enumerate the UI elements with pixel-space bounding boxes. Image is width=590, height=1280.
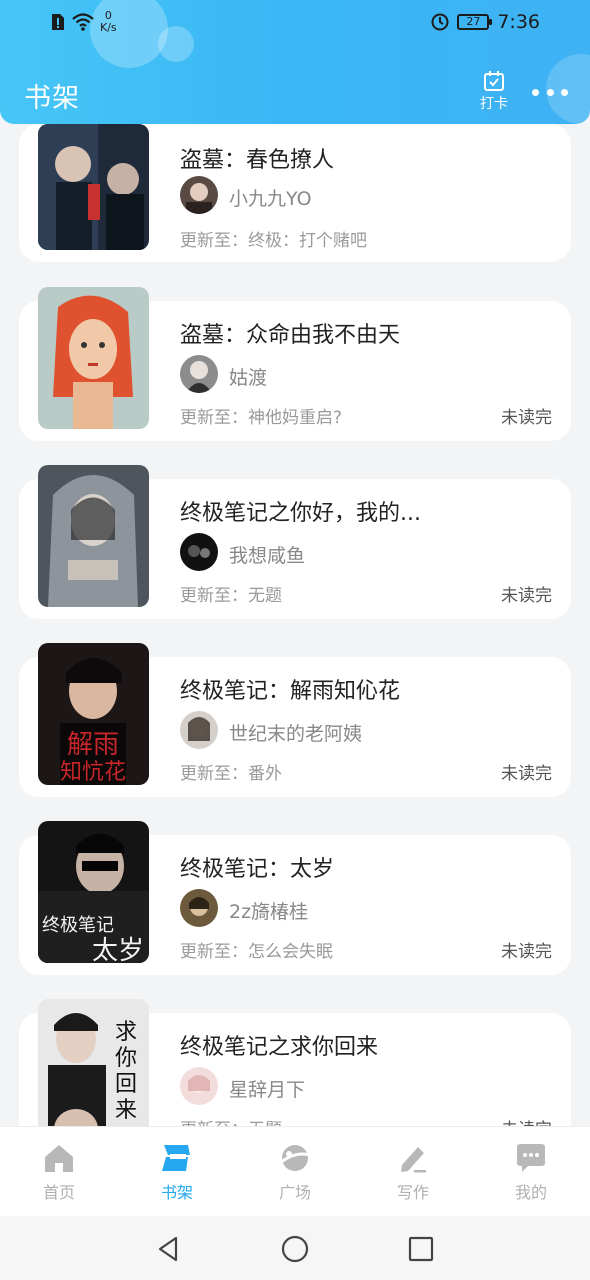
chat-bubble-icon [517, 1144, 545, 1172]
bottom-tab-bar: 首页 书架 广场 写作 我的 [0, 1126, 590, 1216]
book-title: 盗墓：春色撩人 [180, 148, 335, 173]
sim-alert-icon [52, 14, 64, 30]
author-name: 小九九YO [229, 188, 312, 210]
author-avatar[interactable] [180, 176, 218, 214]
book-card[interactable]: 求 你 回 来 终极笔记之求你回来 星辞月下 更新至：无题 未读完 [19, 999, 571, 1126]
checkin-button[interactable]: 打卡 [474, 71, 514, 113]
book-card[interactable]: 终极笔记 太岁 终极笔记：太岁 2z旖椿桂 更新至：怎么会失眠 未读完 [19, 821, 571, 975]
svg-text:知忼花: 知忼花 [60, 760, 126, 785]
book-title: 终极笔记：解雨知伈花 [180, 679, 401, 704]
update-info: 更新至：无题 [180, 1115, 282, 1126]
back-icon[interactable] [154, 1234, 184, 1264]
update-info: 更新至：番外 [180, 764, 282, 784]
tab-label: 首页 [42, 1183, 75, 1202]
svg-text:来: 来 [115, 1098, 137, 1123]
author-name: 2z旖椿桂 [229, 901, 309, 923]
book-cover[interactable] [38, 124, 149, 250]
tab-square[interactable]: 广场 [236, 1127, 354, 1216]
update-info: 更新至：神他妈重启? [180, 408, 343, 428]
author-name: 星辞月下 [229, 1079, 306, 1101]
tab-me[interactable]: 我的 [472, 1127, 590, 1216]
author-avatar[interactable] [180, 1067, 218, 1105]
book-card[interactable]: 终极笔记之你好，我的... 我想咸鱼 更新至：无题 未读完 [19, 465, 571, 619]
svg-text:你: 你 [115, 1046, 137, 1071]
update-info: 更新至：终极：打个赌吧 [180, 231, 367, 251]
book-cover[interactable] [38, 465, 149, 607]
book-card[interactable]: 解雨 知忼花 终极笔记：解雨知伈花 世纪末的老阿姨 更新至：番外 未读完 [19, 643, 571, 797]
bookshelf-icon [162, 1145, 190, 1171]
book-cover[interactable] [38, 287, 149, 429]
update-info: 更新至：无题 [180, 586, 282, 606]
tab-write[interactable]: 写作 [354, 1127, 472, 1216]
author-name: 世纪末的老阿姨 [229, 723, 363, 745]
read-status: 未读完 [501, 942, 552, 962]
read-status: 未读完 [501, 764, 552, 784]
read-status: 未读完 [501, 408, 552, 428]
page-title: 书架 [24, 83, 80, 114]
dnd-icon [431, 13, 449, 31]
battery-indicator: 27 [457, 14, 493, 30]
read-status: 未读完 [501, 586, 552, 606]
status-bar: 0 K/s 27 7:36 [0, 0, 590, 46]
author-avatar[interactable] [180, 889, 218, 927]
tab-label: 书架 [160, 1183, 193, 1202]
more-options-icon[interactable] [532, 82, 568, 102]
tab-bookshelf[interactable]: 书架 [118, 1127, 236, 1216]
tab-label: 写作 [396, 1183, 429, 1202]
wifi-icon [72, 13, 94, 31]
svg-text:太岁: 太岁 [92, 936, 144, 963]
author-avatar[interactable] [180, 533, 218, 571]
author-name: 姑渡 [229, 367, 268, 389]
book-cover[interactable]: 解雨 知忼花 [38, 643, 149, 785]
clock: 7:36 [497, 11, 540, 33]
svg-text:回: 回 [115, 1072, 137, 1097]
network-speed: 0 K/s [100, 10, 117, 34]
author-avatar[interactable] [180, 711, 218, 749]
book-card[interactable]: 盗墓：众命由我不由天 姑渡 更新至：神他妈重启? 未读完 [19, 287, 571, 441]
bookshelf-list[interactable]: 盗墓：春色撩人 小九九YO 更新至：终极：打个赌吧 盗墓：众命由我不由天 姑渡 … [0, 0, 590, 1126]
author-avatar[interactable] [180, 355, 218, 393]
tab-label: 广场 [278, 1183, 311, 1202]
book-card[interactable]: 盗墓：春色撩人 小九九YO 更新至：终极：打个赌吧 [19, 124, 571, 262]
book-title: 终极笔记：太岁 [180, 857, 335, 882]
network-speed-unit: K/s [100, 21, 117, 34]
home-icon [45, 1145, 73, 1172]
book-cover[interactable]: 终极笔记 太岁 [38, 821, 149, 963]
planet-icon [279, 1145, 311, 1171]
calendar-check-icon [484, 71, 504, 91]
system-navigation-bar [0, 1216, 590, 1280]
app-header: 0 K/s 27 7:36 书架 打卡 [0, 0, 590, 124]
svg-text:终极笔记: 终极笔记 [42, 915, 114, 936]
recents-icon[interactable] [406, 1234, 436, 1264]
tab-home[interactable]: 首页 [0, 1127, 118, 1216]
svg-text:解雨: 解雨 [67, 730, 119, 760]
book-cover[interactable]: 求 你 回 来 [38, 999, 149, 1126]
home-circle-icon[interactable] [280, 1234, 310, 1264]
svg-text:求: 求 [115, 1020, 137, 1045]
update-info: 更新至：怎么会失眠 [180, 942, 333, 962]
book-title: 终极笔记之求你回来 [180, 1035, 379, 1060]
book-title: 盗墓：众命由我不由天 [180, 323, 401, 348]
pen-icon [401, 1147, 426, 1173]
checkin-label: 打卡 [480, 96, 508, 112]
read-status: 未读完 [501, 1115, 552, 1126]
author-name: 我想咸鱼 [229, 545, 306, 567]
book-title: 终极笔记之你好，我的... [180, 501, 421, 526]
tab-label: 我的 [514, 1183, 547, 1202]
